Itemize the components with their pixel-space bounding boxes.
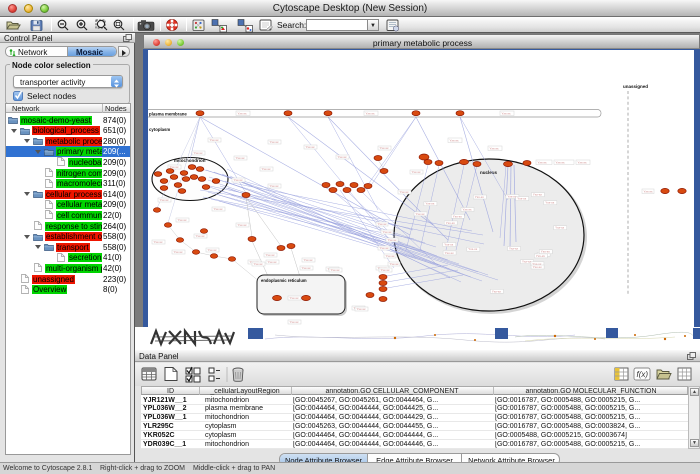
svg-text:Yxx-xx: Yxx-xx [450, 139, 460, 143]
svg-text:Yxx-xx: Yxx-xx [366, 112, 376, 116]
svg-text:unassigned: unassigned [623, 84, 648, 89]
svg-text:Yxx-xx: Yxx-xx [238, 223, 248, 227]
svg-text:Yxx-xx: Yxx-xx [538, 161, 548, 165]
svg-text:Yxx-xx: Yxx-xx [196, 234, 206, 238]
svg-text:Yxx-xx: Yxx-xx [268, 260, 278, 264]
svg-text:Yxx-xx: Yxx-xx [270, 140, 280, 144]
svg-text:Yxx-xx: Yxx-xx [490, 147, 500, 151]
svg-text:Yxx-xx: Yxx-xx [536, 254, 546, 258]
svg-text:Yxx-xx: Yxx-xx [238, 112, 248, 116]
svg-text:Yxx-xx: Yxx-xx [509, 247, 519, 251]
svg-text:Yxx-xx: Yxx-xx [502, 112, 512, 116]
svg-text:Yxx-xx: Yxx-xx [578, 161, 588, 165]
svg-text:Yxx-xx: Yxx-xx [533, 193, 543, 197]
svg-text:Yxx-xx: Yxx-xx [208, 248, 218, 252]
svg-text:Yxx-xx: Yxx-xx [194, 151, 204, 155]
svg-text:Yxx-xx: Yxx-xx [463, 208, 473, 212]
svg-text:Yxx-xx: Yxx-xx [380, 146, 390, 150]
svg-text:Yxx-xx: Yxx-xx [517, 197, 527, 201]
svg-text:Yxx-xx: Yxx-xx [338, 155, 348, 159]
svg-text:Yxx-xx: Yxx-xx [306, 145, 316, 149]
svg-text:Yxx-xx: Yxx-xx [555, 226, 565, 230]
svg-text:Yxx-xx: Yxx-xx [644, 190, 654, 194]
svg-text:Yxx-xx: Yxx-xx [234, 178, 244, 182]
svg-text:Yxx-xx: Yxx-xx [425, 202, 435, 206]
svg-text:endoplasmic reticulum: endoplasmic reticulum [261, 278, 307, 283]
svg-text:Yxx-xx: Yxx-xx [304, 258, 314, 262]
svg-text:Yxx-xx: Yxx-xx [254, 262, 264, 266]
svg-text:plasma membrane: plasma membrane [149, 112, 187, 117]
svg-text:Yxx-xx: Yxx-xx [381, 268, 391, 272]
svg-text:Yxx-xx: Yxx-xx [154, 240, 164, 244]
svg-text:Yxx-xx: Yxx-xx [388, 238, 398, 242]
svg-text:Yxx-xx: Yxx-xx [262, 167, 272, 171]
svg-text:f(x): f(x) [637, 370, 649, 379]
svg-text:Yxx-xx: Yxx-xx [541, 250, 551, 254]
svg-text:Yxx-xx: Yxx-xx [270, 184, 280, 188]
svg-text:Yxx-xx: Yxx-xx [266, 253, 276, 257]
svg-text:cytoplasm: cytoplasm [149, 127, 170, 132]
svg-text:Yxx-xx: Yxx-xx [416, 212, 426, 216]
svg-text:Yxx-xx: Yxx-xx [492, 289, 502, 293]
svg-text:Yxx-xx: Yxx-xx [160, 198, 170, 202]
svg-text:Yxx-xx: Yxx-xx [380, 246, 390, 250]
svg-text:Yxx-xx: Yxx-xx [174, 250, 184, 254]
svg-text:Yxx-xx: Yxx-xx [545, 201, 555, 205]
svg-text:Yxx-xx: Yxx-xx [302, 266, 312, 270]
svg-text:Yxx-xx: Yxx-xx [383, 230, 393, 234]
svg-text:Yxx-xx: Yxx-xx [468, 247, 478, 251]
svg-text:Yxx-xx: Yxx-xx [178, 218, 188, 222]
svg-text:Yxx-xx: Yxx-xx [210, 138, 220, 142]
svg-text:Yxx-xx: Yxx-xx [522, 260, 532, 264]
svg-text:Yxx-xx: Yxx-xx [453, 214, 463, 218]
svg-text:Yxx-xx: Yxx-xx [236, 156, 246, 160]
svg-text:Yxx-xx: Yxx-xx [214, 207, 224, 211]
svg-text:Yxx-xx: Yxx-xx [446, 221, 456, 225]
svg-text:Yxx-xx: Yxx-xx [533, 265, 543, 269]
svg-text:Yxx-xx: Yxx-xx [556, 161, 566, 165]
svg-text:nucleus: nucleus [480, 170, 498, 175]
svg-text:Yxx-xx: Yxx-xx [445, 251, 455, 255]
svg-text:Yxx-xx: Yxx-xx [290, 296, 300, 300]
svg-text:Yxx-xx: Yxx-xx [386, 254, 396, 258]
svg-text:Yxx-xx: Yxx-xx [290, 320, 300, 324]
svg-text:Yxx-xx: Yxx-xx [412, 170, 422, 174]
svg-text:Yxx-xx: Yxx-xx [331, 268, 341, 272]
svg-text:Yxx-xx: Yxx-xx [400, 190, 410, 194]
svg-text:Yxx-xx: Yxx-xx [444, 243, 454, 247]
svg-text:Yxx-xx: Yxx-xx [390, 262, 400, 266]
svg-text:Yxx-xx: Yxx-xx [357, 307, 367, 311]
svg-text:Yxx-xx: Yxx-xx [475, 195, 485, 199]
svg-text:Yxx-xx: Yxx-xx [378, 222, 388, 226]
